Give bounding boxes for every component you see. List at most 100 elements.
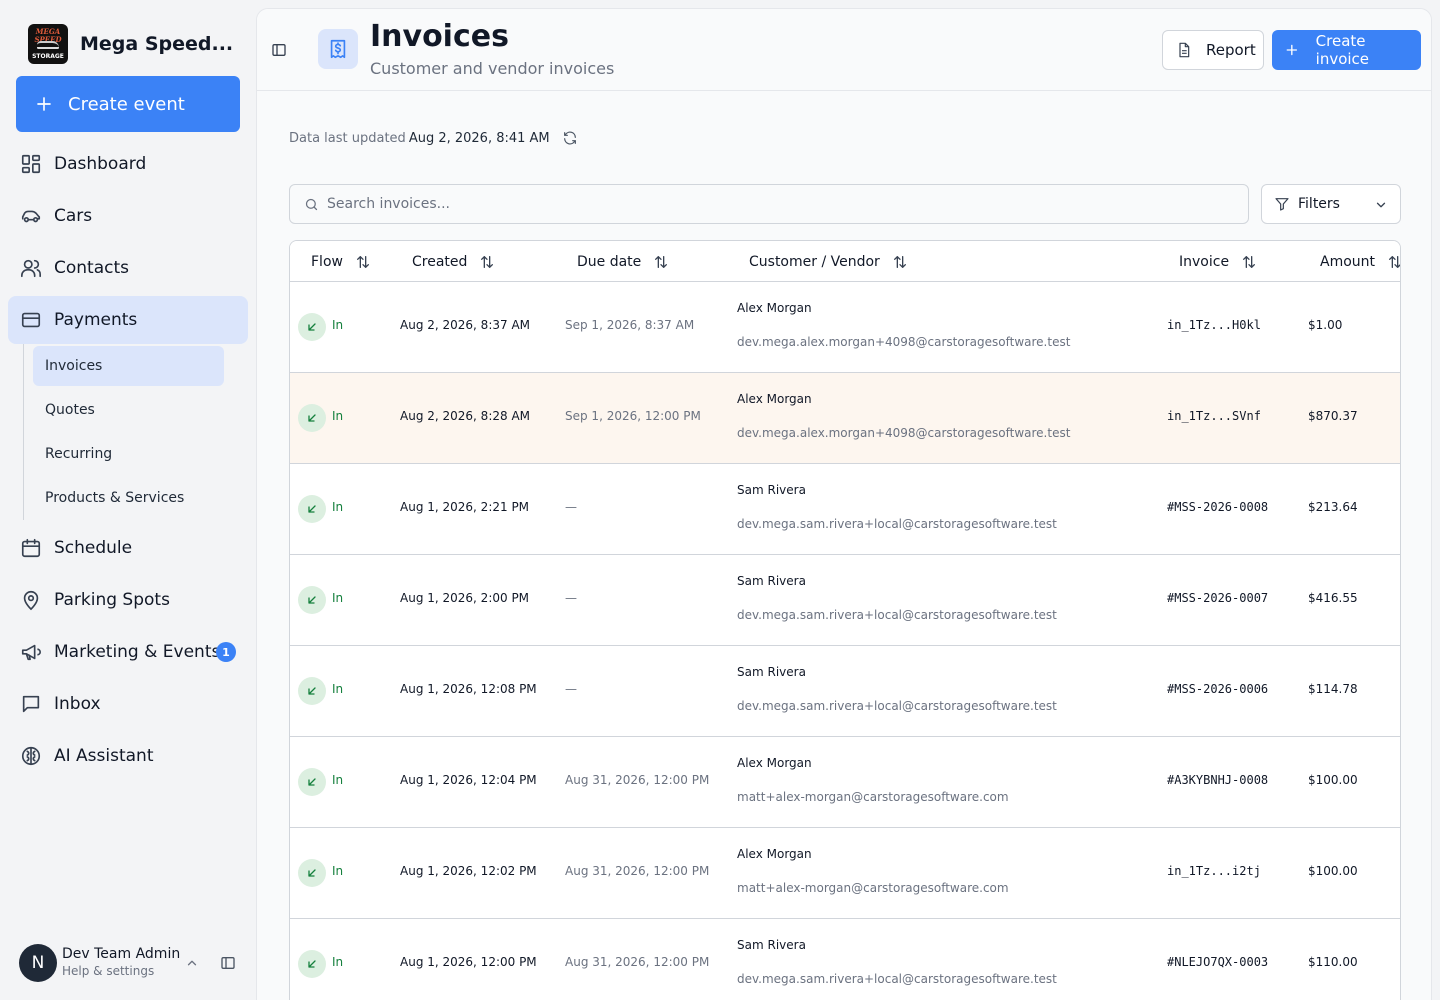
- amount-cell: $870.37: [1308, 409, 1358, 423]
- user-menu[interactable]: N Dev Team Admin Help & settings: [19, 943, 249, 983]
- table-row[interactable]: In Aug 2, 2026, 8:37 AM Sep 1, 2026, 8:3…: [290, 282, 1400, 373]
- nav-item-contacts[interactable]: Contacts: [8, 244, 248, 292]
- nav-label-contacts: Contacts: [54, 258, 129, 278]
- chevron-down-icon: [1376, 202, 1386, 208]
- column-header-flow[interactable]: Flow: [311, 241, 371, 282]
- created-cell: Aug 1, 2026, 12:08 PM: [400, 682, 537, 696]
- nav-label-schedule: Schedule: [54, 538, 133, 558]
- flow-label: In: [332, 864, 344, 878]
- invoice-number: in_1Tz...H0kl: [1167, 318, 1261, 332]
- document-icon: [1179, 42, 1190, 58]
- flow-label: In: [332, 500, 344, 514]
- nav-label-marketing-events: Marketing & Events: [54, 642, 221, 662]
- due-date-cell: Aug 31, 2026, 12:00 PM: [565, 864, 710, 878]
- customer-name: Alex Morgan: [737, 756, 812, 770]
- customer-name: Alex Morgan: [737, 847, 812, 861]
- create-invoice-button[interactable]: Create invoice: [1272, 30, 1421, 70]
- org-switcher[interactable]: MEGA SPEED STORAGE Mega Speed...: [28, 24, 236, 64]
- table-row[interactable]: In Aug 1, 2026, 12:00 PM Aug 31, 2026, 1…: [290, 919, 1400, 1000]
- customer-email: dev.mega.alex.morgan+4098@carstoragesoft…: [737, 335, 1071, 349]
- refresh-icon[interactable]: [562, 130, 578, 146]
- subnav-item-quotes[interactable]: Quotes: [33, 390, 224, 430]
- arrow-down-left-icon: [298, 404, 326, 432]
- subnav-item-recurring[interactable]: Recurring: [33, 434, 224, 474]
- customer-email: dev.mega.sam.rivera+local@carstoragesoft…: [737, 608, 1057, 622]
- filter-icon: [1275, 198, 1289, 211]
- invoice-number: #A3KYBNHJ-0008: [1167, 773, 1269, 787]
- table-row[interactable]: In Aug 1, 2026, 12:08 PM — Sam Rivera de…: [290, 646, 1400, 737]
- last-updated-value: Aug 2, 2026, 8:41 AM: [408, 130, 550, 146]
- flow-label: In: [332, 682, 344, 696]
- user-subtitle: Help & settings: [62, 964, 155, 978]
- nav-item-cars[interactable]: Cars: [8, 192, 248, 240]
- invoice-number: #NLEJO7QX-0003: [1167, 955, 1269, 969]
- column-label: Customer / Vendor: [749, 253, 880, 270]
- due-date-cell: —: [565, 591, 577, 605]
- amount-cell: $1.00: [1308, 318, 1343, 332]
- nav-item-marketing-events[interactable]: Marketing & Events 1: [8, 628, 248, 676]
- search-box: [289, 184, 1249, 224]
- notification-badge: 1: [216, 642, 236, 662]
- customer-email: matt+alex-morgan@carstoragesoftware.com: [737, 881, 1009, 895]
- arrow-down-left-icon: [298, 495, 326, 523]
- column-label: Created: [412, 253, 468, 270]
- contacts-icon: [21, 259, 41, 278]
- nav-item-inbox[interactable]: Inbox: [8, 680, 248, 728]
- table-row[interactable]: In Aug 1, 2026, 2:00 PM — Sam Rivera dev…: [290, 555, 1400, 646]
- sort-icon: [481, 255, 494, 268]
- column-header-created[interactable]: Created: [412, 241, 495, 282]
- column-header-customer-vendor[interactable]: Customer / Vendor: [749, 241, 908, 282]
- table-row[interactable]: In Aug 2, 2026, 8:28 AM Sep 1, 2026, 12:…: [290, 373, 1400, 464]
- page-subtitle: Customer and vendor invoices: [370, 59, 615, 78]
- nav-item-ai-assistant[interactable]: AI Assistant: [8, 732, 248, 780]
- megaphone-icon: [21, 644, 41, 661]
- flow-label: In: [332, 591, 344, 605]
- nav-label-cars: Cars: [54, 206, 93, 226]
- report-button-label: Report: [1206, 41, 1256, 59]
- sort-icon: [1243, 255, 1256, 268]
- subnav-item-invoices[interactable]: Invoices: [33, 346, 224, 386]
- main-panel: Invoices Customer and vendor invoices Re…: [256, 8, 1432, 1000]
- flow-label: In: [332, 318, 344, 332]
- due-date-cell: Aug 31, 2026, 12:00 PM: [565, 955, 710, 969]
- column-header-amount[interactable]: Amount: [1320, 241, 1400, 282]
- created-cell: Aug 1, 2026, 12:04 PM: [400, 773, 537, 787]
- arrow-down-left-icon: [298, 950, 326, 978]
- page-header: Invoices Customer and vendor invoices Re…: [257, 9, 1431, 91]
- amount-cell: $416.55: [1308, 591, 1358, 605]
- plus-icon: [1286, 44, 1298, 56]
- column-label: Due date: [577, 253, 642, 270]
- nav-item-schedule[interactable]: Schedule: [8, 524, 248, 572]
- table-row[interactable]: In Aug 1, 2026, 12:02 PM Aug 31, 2026, 1…: [290, 828, 1400, 919]
- panel-toggle-icon[interactable]: [271, 42, 287, 58]
- nav-item-dashboard[interactable]: Dashboard: [8, 140, 248, 188]
- customer-email: dev.mega.sam.rivera+local@carstoragesoft…: [737, 517, 1057, 531]
- logo-text-bottom: STORAGE: [32, 53, 64, 60]
- avatar: N: [19, 944, 57, 982]
- nav-item-parking-spots[interactable]: Parking Spots: [8, 576, 248, 624]
- sort-icon: [893, 255, 906, 268]
- nav-label-dashboard: Dashboard: [54, 154, 147, 174]
- page-title: Invoices: [370, 19, 509, 54]
- org-logo: MEGA SPEED STORAGE: [28, 24, 68, 64]
- last-updated: Data last updated Aug 2, 2026, 8:41 AM: [289, 130, 578, 146]
- customer-name: Sam Rivera: [737, 665, 806, 679]
- subnav-item-products-services[interactable]: Products & Services: [33, 478, 224, 518]
- search-input[interactable]: [327, 196, 1207, 212]
- invoices-table: Flow Created Due date Customer / Vendor …: [289, 240, 1401, 1000]
- sidebar-toggle-icon[interactable]: [220, 955, 236, 971]
- create-event-label: Create event: [68, 93, 185, 115]
- column-header-invoice[interactable]: Invoice: [1179, 241, 1257, 282]
- column-header-due-date[interactable]: Due date: [577, 241, 669, 282]
- created-cell: Aug 1, 2026, 2:21 PM: [400, 500, 530, 514]
- invoice-number: #MSS-2026-0007: [1167, 591, 1269, 605]
- table-row[interactable]: In Aug 1, 2026, 12:04 PM Aug 31, 2026, 1…: [290, 737, 1400, 828]
- table-row[interactable]: In Aug 1, 2026, 2:21 PM — Sam Rivera dev…: [290, 464, 1400, 555]
- brain-icon: [21, 746, 41, 766]
- report-button[interactable]: Report: [1162, 30, 1264, 70]
- amount-cell: $213.64: [1308, 500, 1358, 514]
- filters-button[interactable]: Filters: [1261, 184, 1401, 224]
- create-event-button[interactable]: Create event: [16, 76, 240, 132]
- nav-item-payments[interactable]: Payments: [8, 296, 248, 344]
- customer-email: dev.mega.sam.rivera+local@carstoragesoft…: [737, 699, 1057, 713]
